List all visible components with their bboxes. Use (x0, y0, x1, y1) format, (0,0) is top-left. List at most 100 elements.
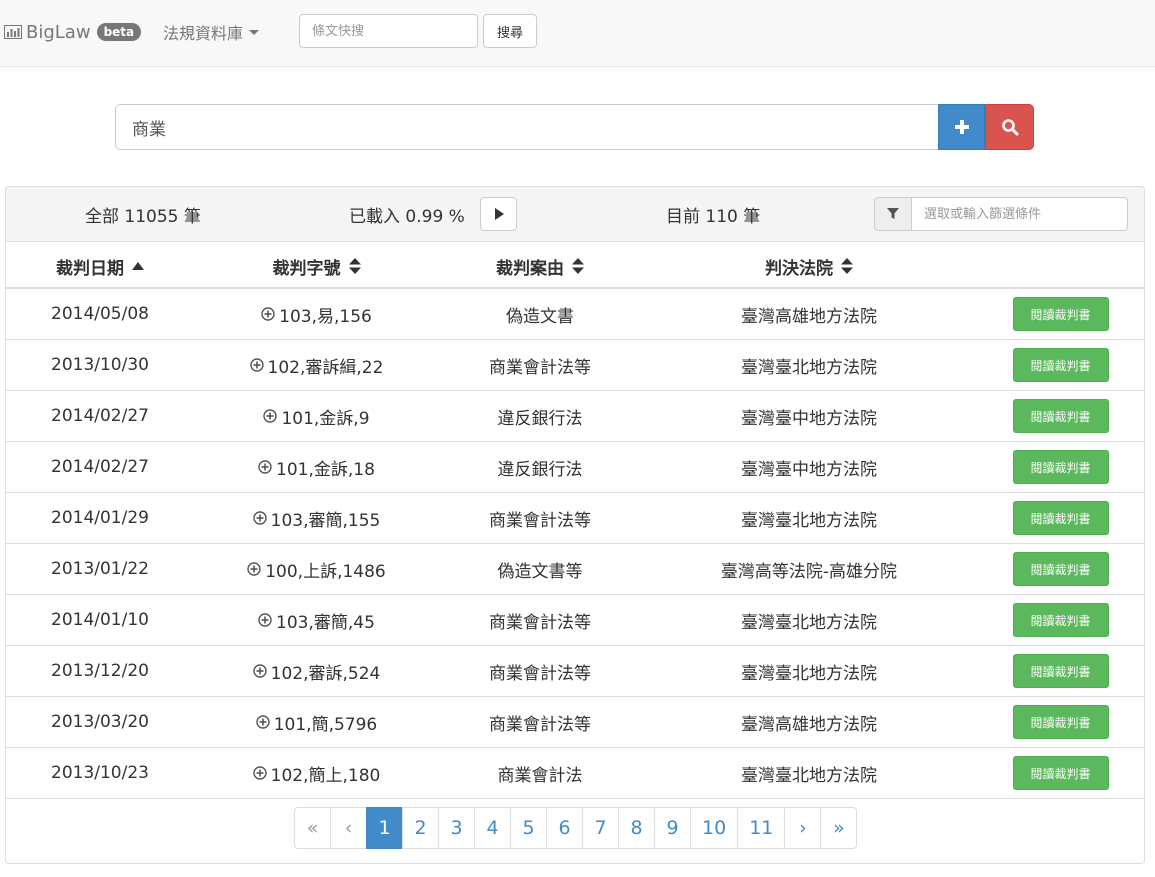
action-cell: 閱讀裁判書 (977, 646, 1144, 696)
table-row: 2014/01/10 103,審簡,45 商業會計法等 臺灣臺北地方法院 閱讀裁… (6, 595, 1144, 646)
court-name: 臺灣臺中地方法院 (741, 408, 877, 429)
page-first-button[interactable]: « (294, 807, 331, 849)
read-judgment-button[interactable]: 閱讀裁判書 (1012, 756, 1109, 790)
court-name: 臺灣臺北地方法院 (741, 357, 877, 378)
case-number-cell: 101,金訴,9 (194, 391, 439, 441)
action-cell: 閱讀裁判書 (977, 340, 1144, 390)
main-search-input[interactable] (115, 104, 938, 150)
filter-icon (887, 208, 899, 219)
search-button[interactable] (985, 104, 1034, 150)
case-reason: 商業會計法等 (489, 357, 591, 378)
action-cell: 閱讀裁判書 (977, 748, 1144, 798)
page-4-button[interactable]: 4 (474, 807, 511, 849)
page-9-button[interactable]: 9 (654, 807, 691, 849)
sort-icon (572, 258, 584, 274)
case-number-cell: 103,審簡,45 (194, 595, 439, 645)
read-judgment-button[interactable]: 閱讀裁判書 (1012, 450, 1109, 484)
read-judgment-button[interactable]: 閱讀裁判書 (1012, 603, 1109, 637)
read-judgment-button[interactable]: 閱讀裁判書 (1012, 348, 1109, 382)
column-header-case-number[interactable]: 裁判字號 (194, 243, 439, 289)
bar-chart-icon (4, 25, 22, 39)
page-3-button[interactable]: 3 (438, 807, 475, 849)
court-name: 臺灣臺北地方法院 (741, 612, 877, 633)
beta-badge: beta (96, 23, 142, 41)
read-judgment-button[interactable]: 閱讀裁判書 (1012, 552, 1109, 586)
sort-asc-icon (132, 262, 144, 270)
court-name: 臺灣臺北地方法院 (741, 663, 877, 684)
case-reason: 商業會計法等 (489, 612, 591, 633)
table-row: 2013/12/20 102,審訴,524 商業會計法等 臺灣臺北地方法院 閱讀… (6, 646, 1144, 697)
page-prev-button[interactable]: ‹ (330, 807, 367, 849)
expand-plus-icon[interactable] (252, 664, 267, 678)
page-5-button[interactable]: 5 (510, 807, 547, 849)
case-number: 103,審簡,155 (270, 510, 381, 531)
page-8-button[interactable]: 8 (618, 807, 655, 849)
pagination: « ‹ 1 2 3 4 5 6 7 8 9 10 11 › » (294, 807, 858, 849)
table-row: 2013/10/23 102,簡上,180 商業會計法 臺灣臺北地方法院 閱讀裁… (6, 748, 1144, 799)
read-judgment-button[interactable]: 閱讀裁判書 (1012, 297, 1109, 331)
court-name: 臺灣臺中地方法院 (741, 459, 877, 480)
page-next-button[interactable]: › (784, 807, 822, 849)
court-name: 臺灣高等法院-高雄分院 (720, 561, 898, 582)
law-database-dropdown[interactable]: 法規資料庫 (163, 21, 260, 43)
case-number: 103,審簡,45 (276, 612, 375, 633)
page-7-button[interactable]: 7 (582, 807, 619, 849)
expand-plus-icon[interactable] (252, 766, 267, 780)
load-more-button[interactable] (480, 197, 517, 231)
plus-icon (954, 120, 969, 134)
page-6-button[interactable]: 6 (546, 807, 583, 849)
quick-search-button[interactable]: 搜尋 (483, 14, 537, 48)
search-icon (1001, 119, 1018, 136)
page-11-button[interactable]: 11 (737, 807, 786, 849)
column-header-case-reason[interactable]: 裁判案由 (439, 243, 641, 289)
results-panel: 全部 11055 筆 已載入 0.99 % 目前 110 筆 裁判日期 裁判字號 (5, 186, 1145, 864)
dropdown-label: 法規資料庫 (163, 24, 244, 43)
case-number: 101,簡,5796 (273, 714, 378, 735)
read-judgment-button[interactable]: 閱讀裁判書 (1012, 399, 1109, 433)
read-judgment-button[interactable]: 閱讀裁判書 (1012, 654, 1109, 688)
read-judgment-button[interactable]: 閱讀裁判書 (1012, 501, 1109, 535)
filter-input[interactable] (911, 197, 1128, 231)
column-header-court[interactable]: 判決法院 (641, 243, 977, 289)
page-last-button[interactable]: » (820, 807, 858, 849)
results-summary-bar: 全部 11055 筆 已載入 0.99 % 目前 110 筆 (6, 187, 1144, 242)
judgment-date: 2013/10/30 (51, 355, 149, 375)
add-condition-button[interactable] (938, 104, 985, 150)
action-cell: 閱讀裁判書 (977, 595, 1144, 645)
expand-plus-icon[interactable] (247, 562, 261, 576)
page-10-button[interactable]: 10 (690, 807, 739, 849)
judgment-date: 2013/03/20 (51, 712, 149, 732)
case-number: 102,審訴緝,22 (267, 357, 384, 378)
page-1-button[interactable]: 1 (366, 807, 403, 849)
action-cell: 閱讀裁判書 (977, 493, 1144, 543)
navbar: BigLaw beta 法規資料庫 搜尋 (0, 0, 1155, 67)
column-header-date[interactable]: 裁判日期 (6, 243, 194, 289)
case-reason: 商業會計法 (497, 765, 583, 786)
expand-plus-icon[interactable] (258, 460, 272, 474)
expand-plus-icon[interactable] (261, 307, 275, 321)
case-number: 101,金訴,9 (281, 408, 370, 429)
expand-plus-icon[interactable] (256, 715, 270, 729)
expand-plus-icon[interactable] (263, 409, 278, 423)
brand-link[interactable]: BigLaw beta (4, 19, 142, 45)
case-reason: 違反銀行法 (497, 459, 583, 480)
quick-search-input[interactable] (299, 14, 478, 48)
expand-plus-icon[interactable] (249, 358, 264, 372)
action-cell: 閱讀裁判書 (977, 289, 1144, 339)
case-number: 102,簡上,180 (270, 765, 381, 786)
judgment-date: 2014/01/10 (51, 610, 149, 630)
case-number-cell: 103,易,156 (194, 289, 439, 339)
page-2-button[interactable]: 2 (402, 807, 439, 849)
expand-plus-icon[interactable] (252, 511, 267, 525)
case-number: 101,金訴,18 (276, 459, 375, 480)
case-number-cell: 103,審簡,155 (194, 493, 439, 543)
read-judgment-button[interactable]: 閱讀裁判書 (1012, 705, 1109, 739)
action-cell: 閱讀裁判書 (977, 544, 1144, 594)
judgment-date: 2014/01/29 (51, 508, 149, 528)
action-cell: 閱讀裁判書 (977, 442, 1144, 492)
expand-plus-icon[interactable] (258, 613, 272, 627)
case-reason: 商業會計法等 (489, 714, 591, 735)
total-count: 全部 11055 筆 (85, 207, 201, 227)
court-name: 臺灣高雄地方法院 (741, 714, 877, 735)
filter-addon (874, 197, 911, 231)
